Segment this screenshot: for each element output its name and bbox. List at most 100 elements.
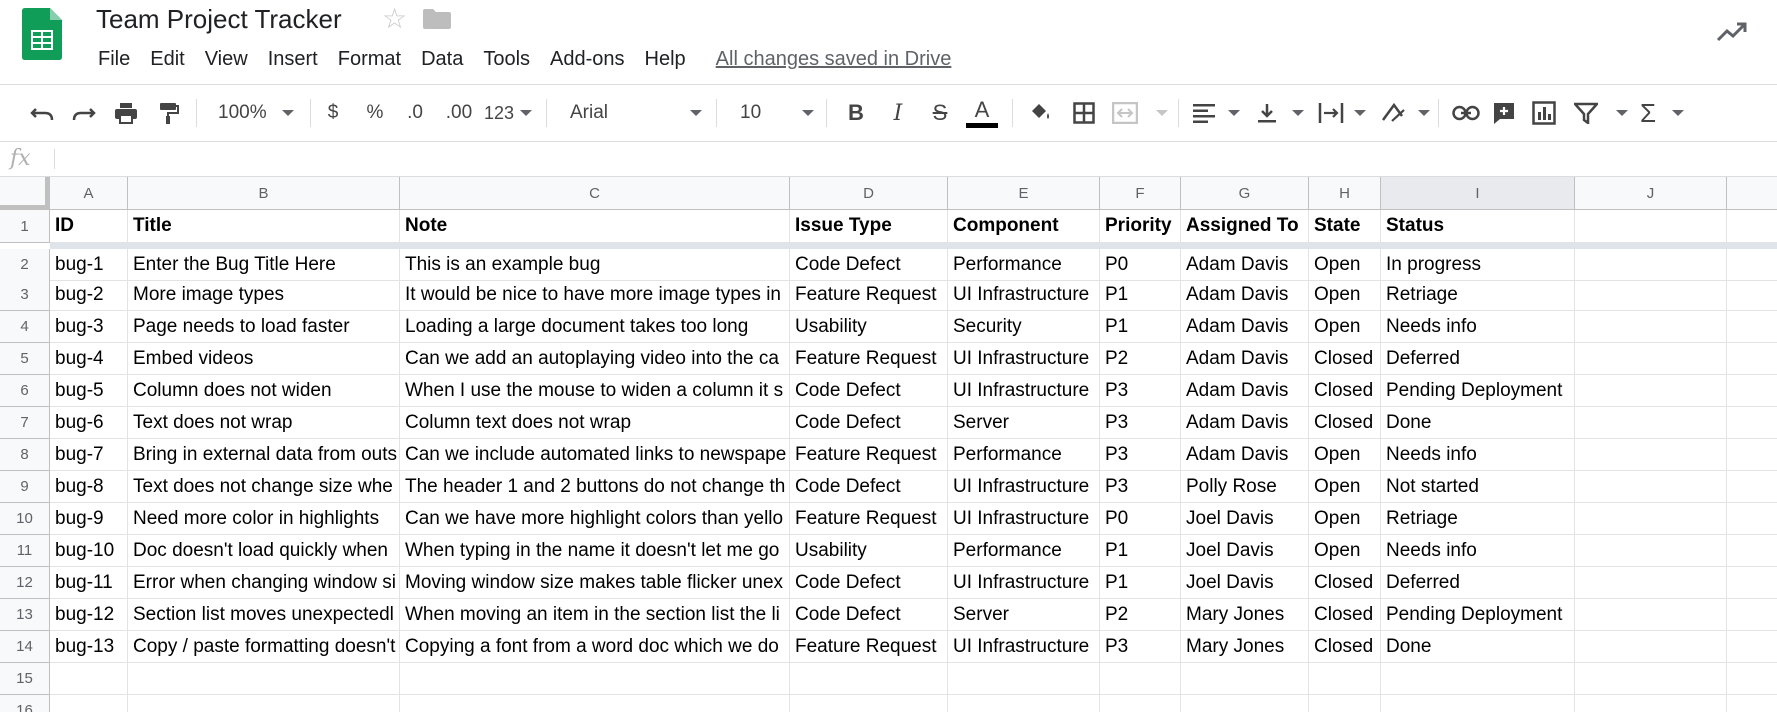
select-all-corner[interactable] (0, 177, 50, 210)
header-cell[interactable]: Title (128, 210, 400, 243)
table-cell[interactable]: Server (948, 407, 1100, 439)
table-cell[interactable]: Closed (1309, 567, 1381, 599)
table-cell[interactable]: P1 (1100, 535, 1181, 567)
table-cell[interactable]: Feature Request (790, 279, 948, 311)
table-cell[interactable]: Column text does not wrap (400, 407, 790, 439)
formula-input[interactable] (62, 148, 1762, 170)
table-cell[interactable]: Error when changing window si (128, 567, 400, 599)
zoom-select[interactable]: 100% (210, 85, 302, 141)
table-cell[interactable]: Deferred (1381, 567, 1575, 599)
table-cell[interactable]: Text does not change size whe (128, 471, 400, 503)
table-cell[interactable]: Polly Rose (1181, 471, 1309, 503)
table-cell[interactable]: Closed (1309, 407, 1381, 439)
chart-icon[interactable] (1526, 85, 1562, 141)
header-cell[interactable]: Priority (1100, 210, 1181, 243)
table-cell[interactable]: Mary Jones (1181, 599, 1309, 631)
row-header-16[interactable]: 16 (0, 695, 50, 712)
table-cell[interactable] (1727, 535, 1777, 567)
table-cell[interactable]: The header 1 and 2 buttons do not change… (400, 471, 790, 503)
header-cell[interactable]: Issue Type (790, 210, 948, 243)
table-cell[interactable] (1727, 631, 1777, 663)
table-cell[interactable]: Performance (948, 439, 1100, 471)
table-cell[interactable]: Copying a font from a word doc which we … (400, 631, 790, 663)
decrease-decimal-button[interactable]: .0 (400, 85, 430, 141)
table-cell[interactable]: Code Defect (790, 375, 948, 407)
menu-help[interactable]: Help (635, 48, 696, 71)
table-cell[interactable] (1727, 567, 1777, 599)
table-cell[interactable] (1575, 439, 1727, 471)
table-cell[interactable]: P2 (1100, 599, 1181, 631)
table-cell[interactable]: P3 (1100, 471, 1181, 503)
document-title[interactable]: Team Project Tracker (96, 4, 342, 35)
table-cell[interactable]: Moving window size makes table flicker u… (400, 567, 790, 599)
table-cell[interactable] (1727, 279, 1777, 311)
table-cell[interactable] (1575, 663, 1727, 695)
paint-format-icon[interactable] (150, 85, 186, 141)
table-cell[interactable] (1575, 631, 1727, 663)
table-cell[interactable]: Loading a large document takes too long (400, 311, 790, 343)
table-cell[interactable]: bug-2 (50, 279, 128, 311)
table-cell[interactable]: Needs info (1381, 311, 1575, 343)
menu-tools[interactable]: Tools (473, 48, 540, 71)
bold-button[interactable]: B (838, 85, 874, 141)
table-cell[interactable]: Needs info (1381, 439, 1575, 471)
table-cell[interactable] (1575, 311, 1727, 343)
table-cell[interactable]: P3 (1100, 375, 1181, 407)
table-cell[interactable]: UI Infrastructure (948, 471, 1100, 503)
table-cell[interactable]: Bring in external data from outs (128, 439, 400, 471)
functions-icon[interactable]: Σ (1636, 85, 1686, 141)
table-cell[interactable]: bug-8 (50, 471, 128, 503)
row-header-2[interactable]: 2 (0, 249, 50, 281)
table-cell[interactable] (1575, 503, 1727, 535)
table-cell[interactable] (1727, 663, 1777, 695)
column-header-i[interactable]: I (1381, 177, 1575, 210)
table-cell[interactable] (1727, 210, 1777, 243)
table-cell[interactable]: UI Infrastructure (948, 631, 1100, 663)
row-header-8[interactable]: 8 (0, 439, 50, 471)
menu-data[interactable]: Data (411, 48, 473, 71)
table-cell[interactable]: UI Infrastructure (948, 375, 1100, 407)
table-cell[interactable]: Feature Request (790, 343, 948, 375)
row-header-1[interactable]: 1 (0, 210, 50, 243)
table-cell[interactable] (1575, 279, 1727, 311)
table-cell[interactable] (1381, 695, 1575, 712)
header-cell[interactable]: Assigned To (1181, 210, 1309, 243)
comment-icon[interactable] (1486, 85, 1522, 141)
table-cell[interactable]: P3 (1100, 631, 1181, 663)
table-cell[interactable]: Adam Davis (1181, 249, 1309, 281)
table-cell[interactable] (1575, 535, 1727, 567)
format-currency-button[interactable]: $ (318, 85, 348, 141)
merge-cells-icon[interactable] (1108, 85, 1170, 141)
table-cell[interactable]: Code Defect (790, 471, 948, 503)
row-header-12[interactable]: 12 (0, 567, 50, 599)
table-cell[interactable]: Embed videos (128, 343, 400, 375)
italic-button[interactable]: I (880, 85, 916, 141)
table-cell[interactable]: Usability (790, 535, 948, 567)
column-header-c[interactable]: C (400, 177, 790, 210)
table-cell[interactable]: When I use the mouse to widen a column i… (400, 375, 790, 407)
row-header-4[interactable]: 4 (0, 311, 50, 343)
table-cell[interactable]: bug-5 (50, 375, 128, 407)
font-family-select[interactable]: Arial (556, 85, 706, 141)
table-cell[interactable] (1727, 599, 1777, 631)
header-cell[interactable] (1575, 210, 1727, 243)
table-cell[interactable] (1309, 663, 1381, 695)
table-cell[interactable]: Feature Request (790, 439, 948, 471)
table-cell[interactable] (1575, 249, 1727, 281)
table-cell[interactable]: Doc doesn't load quickly when (128, 535, 400, 567)
table-cell[interactable] (1181, 695, 1309, 712)
table-cell[interactable]: bug-13 (50, 631, 128, 663)
row-header-14[interactable]: 14 (0, 631, 50, 663)
table-cell[interactable] (1309, 695, 1381, 712)
menu-add-ons[interactable]: Add-ons (540, 48, 635, 71)
table-cell[interactable]: Joel Davis (1181, 535, 1309, 567)
row-header-13[interactable]: 13 (0, 599, 50, 631)
header-cell[interactable]: Note (400, 210, 790, 243)
table-cell[interactable]: Copy / paste formatting doesn't (128, 631, 400, 663)
table-cell[interactable]: Joel Davis (1181, 567, 1309, 599)
table-cell[interactable]: Section list moves unexpectedl (128, 599, 400, 631)
strikethrough-button[interactable]: S (922, 85, 958, 141)
table-cell[interactable] (400, 663, 790, 695)
table-cell[interactable]: More image types (128, 279, 400, 311)
menu-file[interactable]: File (88, 48, 140, 71)
